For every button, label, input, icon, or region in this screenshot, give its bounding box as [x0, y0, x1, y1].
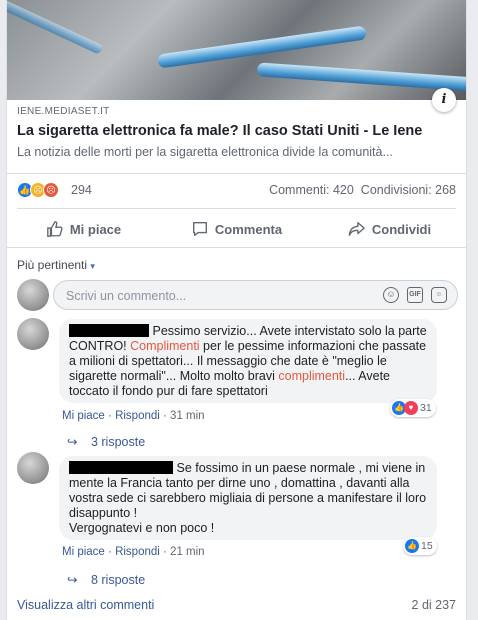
post-stats: 👍 ☹ ☹ 294 Commenti: 420 Condivisioni: 26… — [17, 182, 456, 200]
reply-arrow-icon: ↪ — [67, 435, 78, 449]
reaction-count: 15 — [421, 540, 433, 552]
comment-text: Vergognatevi e non poco ! — [69, 521, 215, 535]
comment-like-link[interactable]: Mi piace — [62, 546, 105, 558]
shares-count[interactable]: Condivisioni: 268 — [361, 183, 456, 197]
comment-highlight: Complimenti — [130, 339, 200, 353]
sort-label: Più pertinenti — [17, 258, 88, 272]
chevron-down-icon: ▾ — [90, 261, 95, 271]
emoji-icon[interactable]: ☺ — [383, 287, 399, 303]
comment-icon — [192, 222, 207, 236]
post-card: i IENE.MEDIASET.IT La sigaretta elettron… — [6, 0, 467, 620]
like-icon: 👍 — [405, 539, 419, 553]
comment-bubble: Pessimo servizio... Avete intervistato s… — [59, 319, 437, 403]
comment-reply-link[interactable]: Rispondi — [115, 410, 160, 422]
link-meta[interactable]: IENE.MEDIASET.IT La sigaretta elettronic… — [17, 106, 456, 159]
redacted-author-name — [69, 324, 149, 337]
composer-icons: ☺ GIF ☺ — [383, 287, 447, 303]
reactions-count[interactable]: 294 — [71, 183, 92, 197]
divider — [7, 173, 466, 174]
comment-time[interactable]: 21 min — [170, 546, 205, 558]
comments-count[interactable]: Commenti: 420 — [269, 183, 354, 197]
divider — [7, 247, 466, 248]
gif-icon[interactable]: GIF — [407, 287, 423, 303]
redacted-author-name — [69, 461, 173, 474]
post-actions: Mi piace Commenta Condividi — [7, 214, 466, 244]
angry-icon: ☹ — [43, 182, 59, 198]
sticker-icon[interactable]: ☺ — [431, 287, 447, 303]
link-preview-image[interactable] — [7, 0, 466, 100]
like-label: Mi piace — [69, 221, 122, 237]
comments-pager: 2 di 237 — [411, 598, 456, 612]
reply-arrow-icon: ↪ — [67, 573, 78, 587]
separator: · — [104, 546, 116, 558]
avatar[interactable] — [17, 452, 49, 484]
comment-reactions-badge[interactable]: 👍 ♥ 31 — [390, 399, 436, 417]
view-replies-link[interactable]: ↪ 3 risposte — [67, 434, 145, 449]
share-icon — [348, 222, 365, 236]
comment-input-placeholder: Scrivi un commento... — [66, 289, 187, 303]
divider — [17, 208, 456, 209]
separator: · — [104, 410, 116, 422]
comments-shares-count: Commenti: 420 Condivisioni: 268 — [269, 183, 456, 197]
separator: · — [159, 410, 171, 422]
replies-count: 8 risposte — [90, 573, 146, 587]
love-icon: ♥ — [404, 401, 418, 415]
reaction-count: 31 — [420, 402, 432, 414]
view-more-comments-link[interactable]: Visualizza altri commenti — [17, 598, 154, 612]
avatar[interactable] — [17, 279, 49, 311]
separator: · — [159, 546, 171, 558]
link-source: IENE.MEDIASET.IT — [17, 106, 110, 117]
reaction-icons[interactable]: 👍 ☹ ☹ — [17, 182, 59, 198]
share-label: Condividi — [371, 221, 432, 237]
comment-meta: Mi piace · Rispondi · 21 min — [62, 546, 205, 558]
comment-sort-dropdown[interactable]: Più pertinenti ▾ — [17, 258, 95, 272]
comment-input[interactable]: Scrivi un commento... ☺ GIF ☺ — [53, 280, 458, 310]
avatar[interactable] — [17, 318, 49, 350]
comment-reactions-badge[interactable]: 👍 15 — [403, 537, 437, 555]
link-description: La notizia delle morti per la sigaretta … — [17, 145, 393, 159]
link-title[interactable]: La sigaretta elettronica fa male? Il cas… — [17, 123, 456, 139]
thumbs-up-icon — [46, 221, 63, 237]
view-replies-link[interactable]: ↪ 8 risposte — [67, 572, 145, 587]
comment-time[interactable]: 31 min — [170, 410, 205, 422]
comment-reply-link[interactable]: Rispondi — [115, 546, 160, 558]
replies-count: 3 risposte — [90, 435, 146, 449]
comment-meta: Mi piace · Rispondi · 31 min — [62, 410, 205, 422]
like-button[interactable]: Mi piace — [7, 214, 160, 244]
share-button[interactable]: Condividi — [313, 214, 466, 244]
comment-button[interactable]: Commenta — [160, 214, 313, 244]
comment-bubble: Se fossimo in un paese normale , mi vien… — [59, 456, 437, 540]
comment-highlight: complimenti — [278, 369, 346, 383]
comment-like-link[interactable]: Mi piace — [62, 410, 105, 422]
comment-label: Commenta — [214, 221, 283, 237]
